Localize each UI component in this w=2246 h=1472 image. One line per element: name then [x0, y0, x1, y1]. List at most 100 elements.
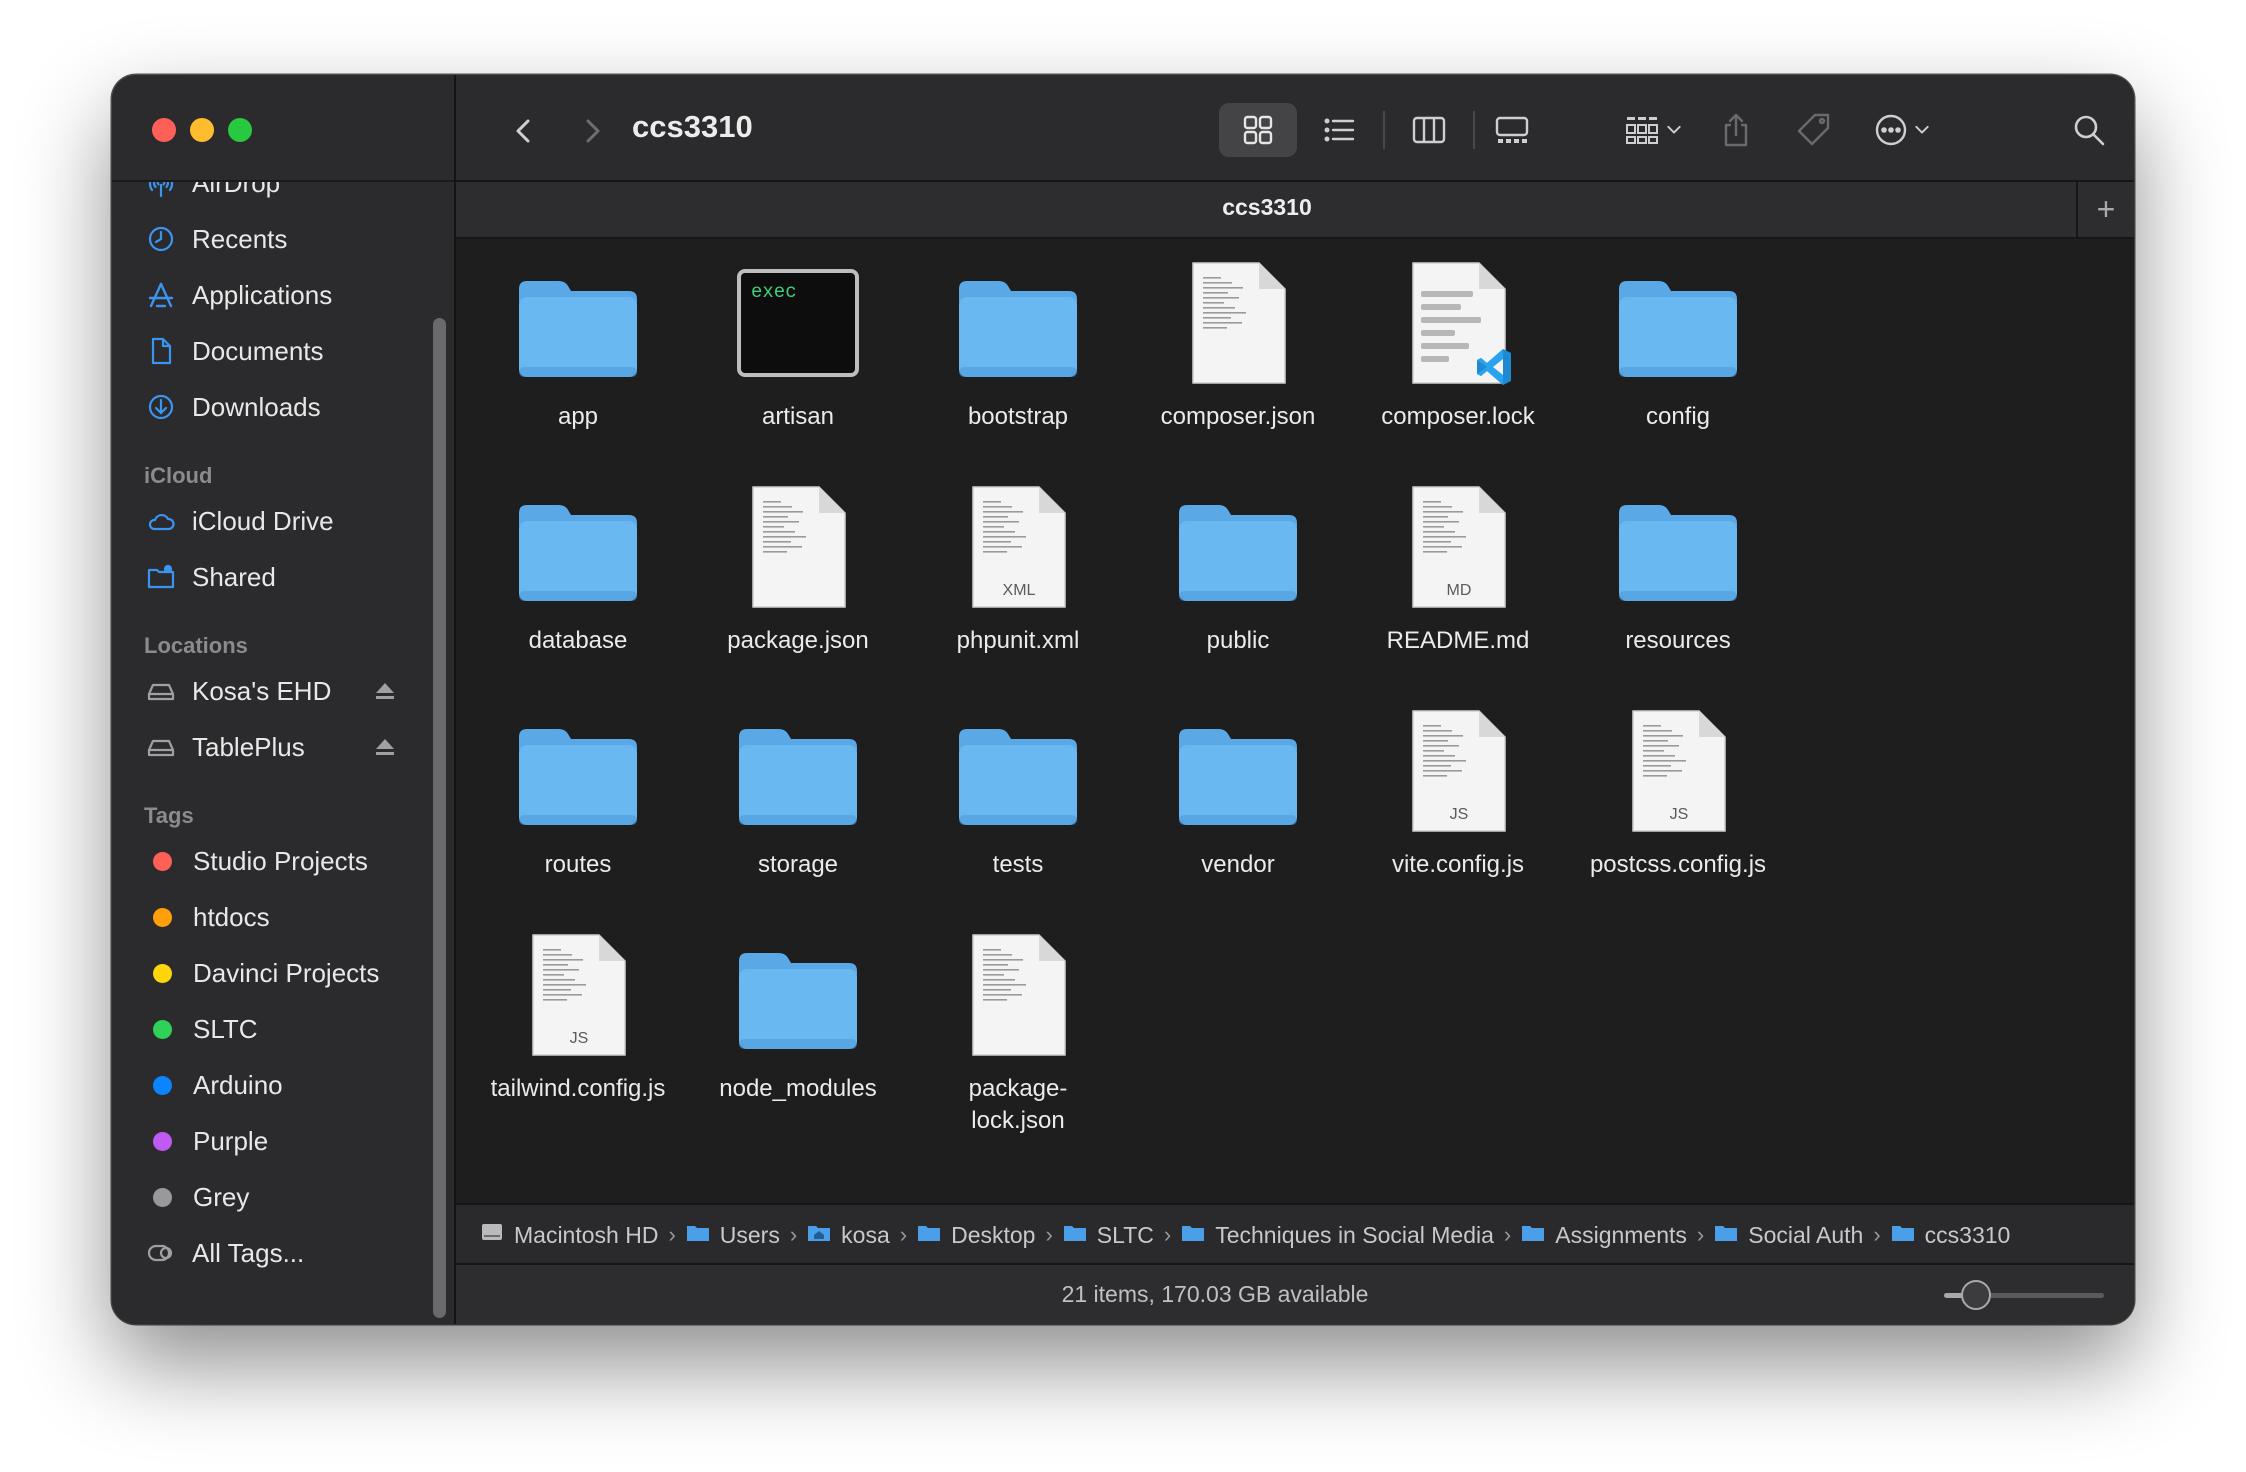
sidebar-scroll-area[interactable]: AirDrop Recents Applications Documents D…	[112, 182, 454, 1324]
sidebar-item-shared[interactable]: Shared	[112, 549, 454, 605]
file-item[interactable]: XML phpunit.xml	[918, 483, 1118, 657]
sidebar-item-recents[interactable]: Recents	[112, 211, 454, 267]
file-item[interactable]: composer.json	[1138, 259, 1338, 433]
folder-item[interactable]: storage	[698, 707, 898, 881]
file-name: routes	[544, 851, 612, 878]
grid-icon	[1243, 115, 1273, 145]
folder-item[interactable]: bootstrap	[918, 259, 1118, 433]
path-crumb[interactable]: Techniques in Social Media ›	[1181, 1221, 1521, 1249]
tab-ccs3310[interactable]: ccs3310	[456, 194, 2078, 221]
chevron-right-icon: ›	[1873, 1222, 1881, 1247]
eject-icon[interactable]	[374, 736, 396, 758]
sidebar-item-tableplus[interactable]: TablePlus	[112, 719, 454, 775]
folder-icon	[513, 259, 643, 389]
tag-button[interactable]	[1784, 103, 1844, 157]
icon-size-slider[interactable]	[1944, 1280, 2104, 1310]
document-icon: JS	[1393, 707, 1523, 837]
sidebar-section-locations: Locations	[144, 633, 248, 658]
file-item[interactable]: exec artisan	[698, 259, 898, 433]
eject-icon[interactable]	[374, 680, 396, 702]
folder-item[interactable]: database	[478, 483, 678, 657]
sidebar-item-tag[interactable]: Purple	[112, 1113, 454, 1169]
file-item[interactable]: JS postcss.config.js	[1578, 707, 1778, 881]
gallery-icon	[1495, 116, 1529, 143]
sidebar-item-all-tags[interactable]: All Tags...	[112, 1225, 454, 1281]
file-name: postcss.config.js	[1589, 851, 1767, 878]
document-icon: JS	[1613, 707, 1743, 837]
sidebar-item-tag[interactable]: SLTC	[112, 1001, 454, 1057]
folder-item[interactable]: node_modules	[698, 931, 898, 1105]
minimize-button[interactable]	[190, 118, 214, 142]
folder-item[interactable]: public	[1138, 483, 1338, 657]
sidebar-item-downloads[interactable]: Downloads	[112, 379, 454, 435]
file-item[interactable]: package.json	[698, 483, 898, 657]
folder-item[interactable]: tests	[918, 707, 1118, 881]
new-tab-button[interactable]: +	[2076, 182, 2134, 237]
sidebar-item-tag[interactable]: Grey	[112, 1169, 454, 1225]
chevron-right-icon: ›	[668, 1222, 676, 1247]
sidebar-item-label: Applications	[192, 279, 333, 310]
folder-icon	[733, 707, 863, 837]
more-actions-button[interactable]	[1858, 103, 1948, 157]
search-button[interactable]	[2059, 103, 2119, 157]
sidebar-item-tag[interactable]: Davinci Projects	[112, 945, 454, 1001]
sidebar-item-kosas-ehd[interactable]: Kosa's EHD	[112, 663, 454, 719]
document-icon: MD	[1393, 483, 1523, 613]
path-crumb[interactable]: Assignments ›	[1521, 1221, 1714, 1249]
path-crumb[interactable]: Social Auth ›	[1714, 1221, 1890, 1249]
file-item[interactable]: MD README.md	[1358, 483, 1558, 657]
folder-item[interactable]: app	[478, 259, 678, 433]
path-crumb[interactable]: ccs3310	[1891, 1221, 2011, 1249]
sidebar-item-tag[interactable]: Studio Projects	[112, 833, 454, 889]
folder-item[interactable]: routes	[478, 707, 678, 881]
icon-view-button[interactable]	[1219, 103, 1297, 157]
file-name: public	[1206, 627, 1270, 654]
folder-item[interactable]: vendor	[1138, 707, 1338, 881]
list-view-button[interactable]	[1300, 103, 1378, 157]
file-item[interactable]: composer.lock	[1358, 259, 1558, 433]
document-icon	[953, 931, 1083, 1061]
folder-item[interactable]: resources	[1578, 483, 1778, 657]
chevron-down-icon	[1667, 125, 1681, 134]
icon-size-slider-knob[interactable]	[1961, 1280, 1991, 1310]
forward-button[interactable]	[572, 111, 612, 151]
list-icon	[1324, 118, 1355, 142]
window-title: ccs3310	[632, 109, 753, 144]
path-crumb-label: Social Auth	[1748, 1221, 1864, 1248]
sidebar-item-icloud-drive[interactable]: iCloud Drive	[112, 493, 454, 549]
sidebar-scrollbar[interactable]	[433, 318, 446, 1318]
folder-icon	[513, 707, 643, 837]
path-crumb[interactable]: Users ›	[686, 1221, 807, 1249]
file-item[interactable]: JS tailwind.config.js	[478, 931, 678, 1105]
path-crumb[interactable]: SLTC ›	[1063, 1221, 1181, 1249]
folder-icon	[686, 1221, 720, 1249]
group-by-button[interactable]	[1613, 103, 1697, 157]
file-item[interactable]: package- lock.json	[918, 931, 1118, 1137]
path-crumb[interactable]: Desktop ›	[917, 1221, 1063, 1249]
folder-icon	[1891, 1221, 1925, 1249]
tag-outline-icon	[146, 1238, 176, 1268]
file-name: vendor	[1201, 851, 1275, 878]
gallery-view-button[interactable]	[1473, 103, 1551, 157]
sidebar-item-airdrop[interactable]: AirDrop	[112, 182, 454, 211]
file-name: composer.lock	[1381, 403, 1535, 430]
zoom-button[interactable]	[228, 118, 252, 142]
download-icon	[146, 392, 176, 422]
file-item[interactable]: JS vite.config.js	[1358, 707, 1558, 881]
path-crumb[interactable]: Macintosh HD ›	[480, 1221, 686, 1249]
folder-item[interactable]: config	[1578, 259, 1778, 433]
tag-color-dot-icon	[153, 963, 172, 983]
path-crumb[interactable]: kosa ›	[807, 1221, 917, 1249]
sidebar-item-documents[interactable]: Documents	[112, 323, 454, 379]
back-button[interactable]	[504, 111, 544, 151]
sidebar-item-tag[interactable]: htdocs	[112, 889, 454, 945]
sidebar-item-tag[interactable]: Arduino	[112, 1057, 454, 1113]
column-view-button[interactable]	[1390, 103, 1468, 157]
sidebar-item-applications[interactable]: Applications	[112, 267, 454, 323]
file-name: storage	[757, 851, 839, 878]
close-button[interactable]	[152, 118, 176, 142]
file-name: phpunit.xml	[956, 627, 1080, 654]
share-button[interactable]	[1706, 103, 1766, 157]
path-crumb-label: ccs3310	[1924, 1221, 2011, 1248]
tag-icon	[1797, 113, 1830, 146]
